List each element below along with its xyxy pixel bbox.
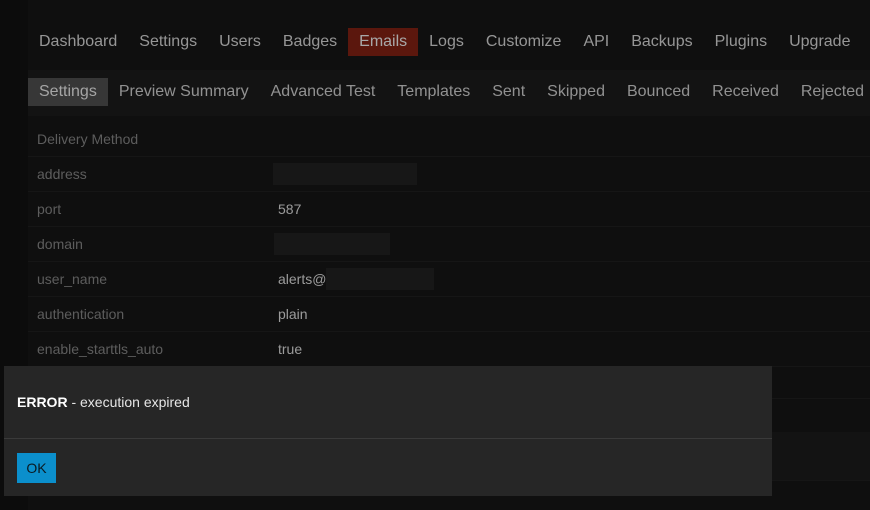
error-title: ERROR (17, 394, 68, 410)
error-dialog: ERROR - execution expired OK (4, 366, 772, 496)
error-dialog-body: ERROR - execution expired (4, 366, 772, 439)
error-text: - execution expired (67, 394, 190, 410)
ok-button[interactable]: OK (17, 453, 56, 483)
error-message: ERROR - execution expired (17, 394, 190, 410)
error-dialog-footer: OK (4, 439, 772, 496)
